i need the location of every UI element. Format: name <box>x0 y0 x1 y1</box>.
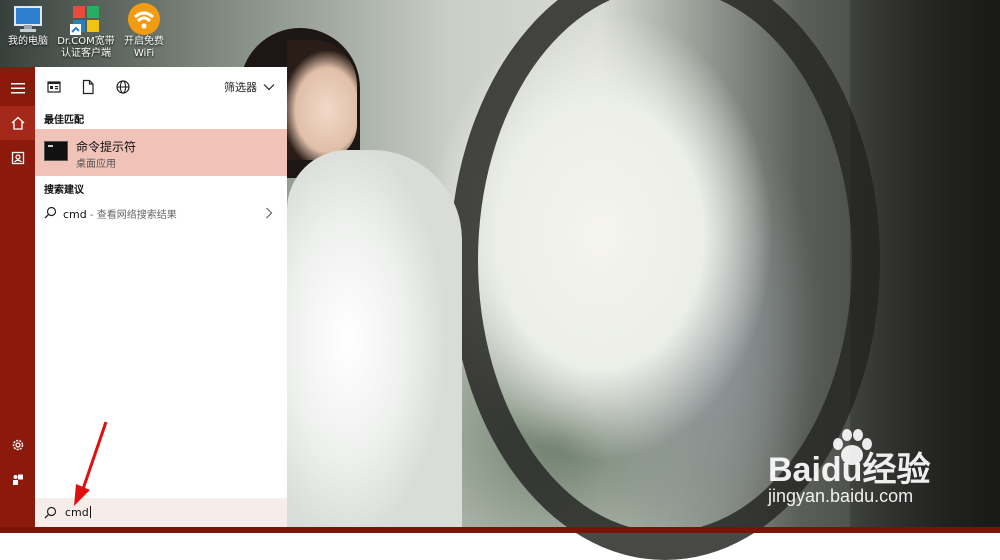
command-prompt-icon <box>44 141 68 161</box>
suggestion-hint: - 查看网络搜索结果 <box>86 210 177 221</box>
home-button[interactable] <box>0 106 35 140</box>
suggestion-query: cmd <box>63 208 87 221</box>
settings-icon <box>12 439 23 451</box>
feedback-button[interactable] <box>0 463 35 497</box>
web-icon[interactable] <box>114 78 132 96</box>
desktop-icons: 我的电脑 Dr.COM宽带 认证客户端 开启免费 WiFi <box>0 0 172 60</box>
apps-icon[interactable] <box>45 78 63 96</box>
hamburger-icon <box>10 83 25 94</box>
chevron-right-icon <box>266 207 273 219</box>
drcom-icon <box>70 6 99 35</box>
user-tile-icon <box>11 151 24 165</box>
computer-icon <box>14 6 42 32</box>
result-subtitle: 桌面应用 <box>76 159 116 170</box>
best-match-heading: 最佳匹配 <box>44 115 84 126</box>
watermark-brand: Baidu经验 <box>768 451 931 489</box>
filter-label: 筛选器 <box>224 81 257 94</box>
start-menu-rail <box>0 67 35 528</box>
search-icon <box>44 506 57 519</box>
expand-menu-button[interactable] <box>0 71 35 105</box>
desktop-icon-my-computer[interactable]: 我的电脑 <box>0 0 56 60</box>
chevron-down-icon <box>263 84 275 91</box>
desktop-icon-label: 开启免费 WiFi <box>124 36 164 59</box>
desktop-icon-label: Dr.COM宽带 认证客户端 <box>57 36 115 59</box>
wallpaper-figure-face <box>287 40 357 160</box>
feedback-icon <box>12 474 23 485</box>
wallpaper-figure-coat <box>287 150 462 533</box>
best-match-result-command-prompt[interactable]: 命令提示符 桌面应用 <box>35 129 287 176</box>
document-icon[interactable] <box>79 78 97 96</box>
result-title: 命令提示符 <box>76 140 137 154</box>
watermark-url: jingyan.baidu.com <box>768 486 914 506</box>
search-suggestions-heading: 搜索建议 <box>44 185 84 196</box>
wifi-icon <box>128 3 160 35</box>
search-filter-toolbar: 筛选器 <box>35 67 287 107</box>
settings-button[interactable] <box>0 428 35 462</box>
filter-dropdown[interactable]: 筛选器 <box>224 79 275 95</box>
user-tile-button[interactable] <box>0 141 35 175</box>
desktop-icon-free-wifi[interactable]: 开启免费 WiFi <box>116 0 172 60</box>
desktop-icon-label: 我的电脑 <box>8 36 48 47</box>
search-icon <box>44 206 57 219</box>
web-search-suggestion[interactable]: cmd - 查看网络搜索结果 <box>35 200 287 226</box>
annotation-arrow <box>74 421 108 506</box>
home-icon <box>11 116 24 130</box>
desktop-icon-drcom[interactable]: Dr.COM宽带 认证客户端 <box>56 0 116 60</box>
taskbar <box>0 527 1000 533</box>
baidu-jingyan-watermark: Baidu经验 jingyan.baidu.com <box>768 428 968 518</box>
